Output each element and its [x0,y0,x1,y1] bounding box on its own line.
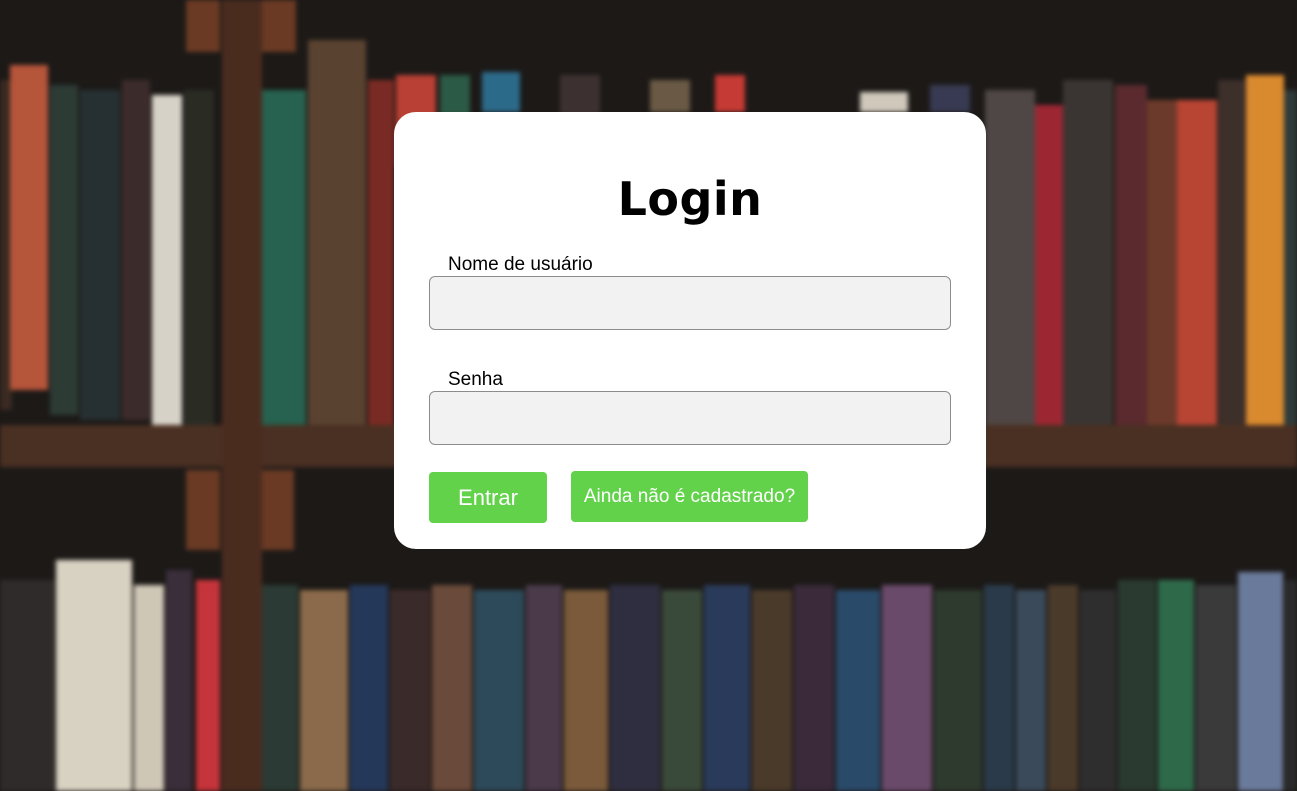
login-title: Login [617,172,763,226]
signup-button[interactable]: Ainda não é cadastrado? [571,471,808,522]
password-input[interactable] [429,391,951,445]
username-label: Nome de usuário [448,254,593,275]
username-input[interactable] [429,276,951,330]
login-card: Login Nome de usuário Senha Entrar Ainda… [394,112,986,549]
enter-button[interactable]: Entrar [429,472,547,523]
password-label: Senha [448,369,503,390]
